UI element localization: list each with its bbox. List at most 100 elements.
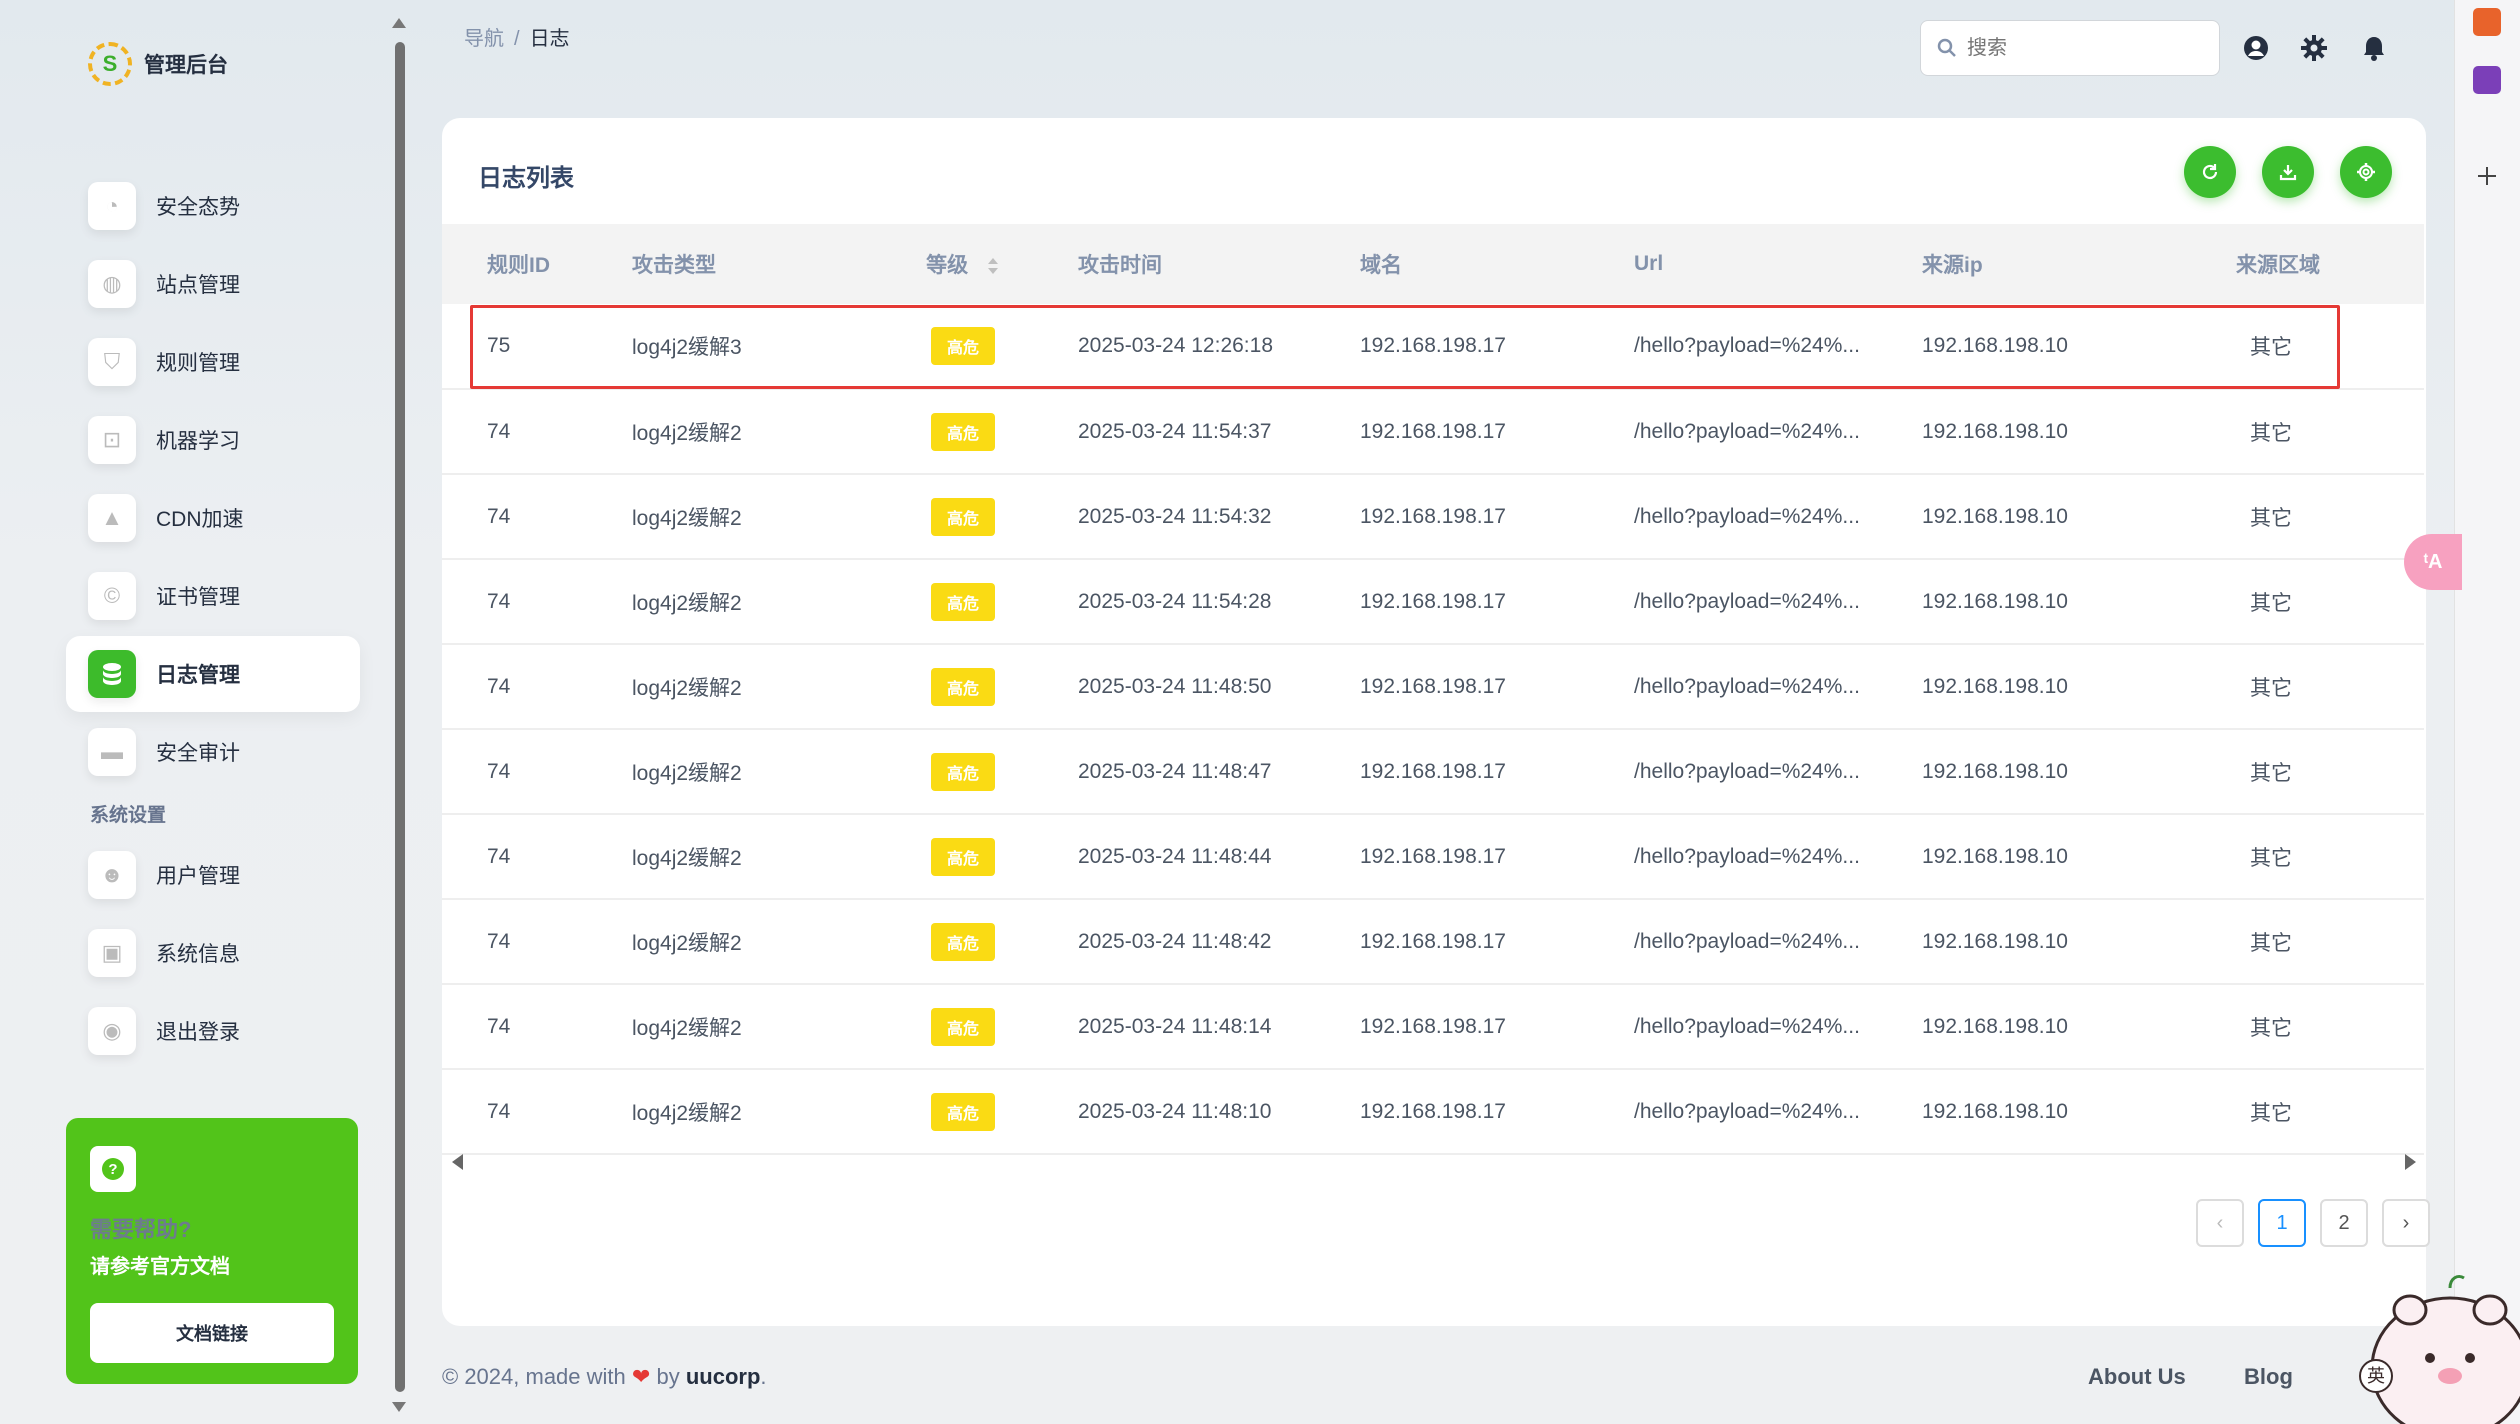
page-2-button[interactable]: 2 (2320, 1199, 2368, 1247)
scroll-up-arrow-icon[interactable] (392, 18, 406, 28)
cell-attack-type: log4j2缓解2 (632, 559, 886, 645)
download-button[interactable] (2262, 146, 2314, 198)
brand-logo-icon: S (88, 42, 132, 86)
translate-button[interactable]: ᵗA (2404, 534, 2462, 590)
scroll-right-arrow-icon[interactable] (2405, 1154, 2416, 1170)
severity-badge: 高危 (930, 752, 995, 791)
docs-link-button[interactable]: 文档链接 (90, 1303, 334, 1363)
column-header-domain[interactable]: 域名 (1334, 224, 1612, 304)
refresh-button[interactable] (2184, 146, 2236, 198)
table-body: 75 log4j2缓解3 高危 2025-03-24 12:26:18 192.168.… (442, 304, 2424, 1155)
severity-badge: 高危 (930, 497, 995, 536)
pagination: ‹ 1 2 › (2196, 1199, 2430, 1247)
scrollbar-thumb[interactable] (395, 42, 405, 1392)
cell-url: /hello?payload=%24%... (1612, 389, 1922, 475)
cell-rule-id: 74 (442, 474, 632, 560)
table-settings-button[interactable] (2340, 146, 2392, 198)
next-page-button[interactable]: › (2382, 1199, 2430, 1247)
sidebar-item-logs[interactable]: 日志管理 (66, 636, 360, 712)
cell-source-region: 其它 (2236, 814, 2424, 900)
cell-domain: 192.168.198.17 (1334, 644, 1612, 730)
cell-url: /hello?payload=%24%... (1612, 474, 1922, 560)
sidebar-item-label: CDN加速 (156, 508, 244, 531)
prev-page-button[interactable]: ‹ (2196, 1199, 2244, 1247)
cell-source-region: 其它 (2236, 899, 2424, 985)
cell-level: 高危 (886, 559, 1040, 645)
sidebar-item-ml[interactable]: ⊡ 机器学习 (66, 402, 360, 478)
cell-source-ip: 192.168.198.10 (1922, 559, 2236, 645)
sidebar-item-security-overview[interactable]: ◔ 安全态势 (66, 168, 360, 244)
footer-brand-link[interactable]: uucorp (686, 1364, 761, 1389)
cell-source-region: 其它 (2236, 389, 2424, 475)
table-row[interactable]: 74 log4j2缓解2 高危 2025-03-24 11:54:32 192.168.… (442, 474, 2424, 560)
cell-domain: 192.168.198.17 (1334, 814, 1612, 900)
sidebar-item-audit[interactable]: ▬ 安全审计 (66, 714, 360, 790)
table-row[interactable]: 74 log4j2缓解2 高危 2025-03-24 11:48:14 192.168.… (442, 984, 2424, 1070)
page-1-button[interactable]: 1 (2258, 1199, 2306, 1247)
search-input[interactable] (1967, 36, 2187, 60)
sidebar-item-cdn[interactable]: ▲ CDN加速 (66, 480, 360, 556)
sidebar-item-logout[interactable]: ◉ 退出登录 (66, 993, 360, 1069)
sidebar-item-users[interactable]: ☻ 用户管理 (66, 837, 360, 913)
column-header-url[interactable]: Url (1612, 224, 1922, 304)
sidebar-item-label: 站点管理 (156, 274, 240, 297)
log-list-card: 日志列表 规则ID 攻击类型 等级 攻击时间 域名 Url 来源ip 来源区域 … (442, 118, 2430, 1326)
footer-link-about[interactable]: About Us (2088, 1364, 2186, 1390)
column-header-rule-id[interactable]: 规则ID (442, 224, 632, 304)
sidebar-nav: ◔ 安全态势 ◍ 站点管理 ⛉ 规则管理 ⊡ 机器学习 ▲ CDN加速 © 证书… (66, 168, 360, 1071)
table-row[interactable]: 74 log4j2缓解2 高危 2025-03-24 11:48:10 192.168.… (442, 1069, 2424, 1155)
breadcrumb-parent[interactable]: 导航 (464, 28, 504, 50)
user-account-icon[interactable] (2240, 32, 2272, 64)
mascot-sticker-icon: 英 (2359, 1274, 2520, 1424)
logout-icon: ◉ (88, 1007, 136, 1055)
footer-link-blog[interactable]: Blog (2244, 1364, 2293, 1390)
column-header-attack-type[interactable]: 攻击类型 (632, 224, 886, 304)
cell-url: /hello?payload=%24%... (1612, 984, 1922, 1070)
table-row[interactable]: 74 log4j2缓解2 高危 2025-03-24 11:48:42 192.168.… (442, 899, 2424, 985)
sidebar-item-system-info[interactable]: ▣ 系统信息 (66, 915, 360, 991)
add-icon[interactable] (2473, 162, 2501, 190)
brand[interactable]: S 管理后台 (88, 42, 228, 86)
onenote-icon[interactable] (2473, 66, 2501, 94)
cell-level: 高危 (886, 474, 1040, 560)
bell-icon[interactable] (2358, 32, 2390, 64)
cell-source-ip: 192.168.198.10 (1922, 474, 2236, 560)
breadcrumb-current: 日志 (529, 28, 570, 50)
download-icon (2279, 165, 2297, 181)
footer-credit: © 2024, made with ❤ by uucorp. (442, 1364, 767, 1390)
table-row[interactable]: 74 log4j2缓解2 高危 2025-03-24 11:48:50 192.168.… (442, 644, 2424, 730)
cell-level: 高危 (886, 899, 1040, 985)
dashboard-icon: ◔ (88, 182, 136, 230)
help-title: 需要帮助? (90, 1217, 192, 1242)
search-box[interactable] (1920, 20, 2220, 76)
sidebar-item-rules[interactable]: ⛉ 规则管理 (66, 324, 360, 400)
gear-icon[interactable] (2298, 32, 2330, 64)
table-horizontal-scrollbar[interactable] (452, 1150, 2416, 1174)
scroll-left-arrow-icon[interactable] (452, 1154, 463, 1170)
severity-badge: 高危 (930, 327, 995, 365)
sort-icon[interactable] (986, 255, 1000, 277)
sidebar-scrollbar[interactable] (388, 14, 410, 1414)
column-header-attack-time[interactable]: 攻击时间 (1040, 224, 1334, 304)
cell-attack-type: log4j2缓解2 (632, 899, 886, 985)
severity-badge: 高危 (930, 837, 995, 876)
column-header-level[interactable]: 等级 (886, 224, 1040, 304)
toolbox-icon[interactable] (2473, 8, 2501, 36)
cell-level: 高危 (886, 984, 1040, 1070)
table-row[interactable]: 74 log4j2缓解2 高危 2025-03-24 11:54:37 192.168.… (442, 389, 2424, 475)
table-row[interactable]: 75 log4j2缓解3 高危 2025-03-24 12:26:18 192.168.… (442, 304, 2424, 390)
sidebar-item-sites[interactable]: ◍ 站点管理 (66, 246, 360, 322)
table-row[interactable]: 74 log4j2缓解2 高危 2025-03-24 11:54:28 192.168.… (442, 559, 2424, 645)
scroll-down-arrow-icon[interactable] (392, 1402, 406, 1412)
breadcrumb-separator: / (514, 28, 520, 50)
column-header-source-region[interactable]: 来源区域 (2236, 224, 2424, 304)
cell-level: 高危 (886, 304, 1040, 390)
severity-badge: 高危 (930, 1007, 995, 1046)
cell-domain: 192.168.198.17 (1334, 729, 1612, 815)
table-row[interactable]: 74 log4j2缓解2 高危 2025-03-24 11:48:44 192.168.… (442, 814, 2424, 900)
cell-source-region: 其它 (2236, 984, 2424, 1070)
sidebar-item-certificates[interactable]: © 证书管理 (66, 558, 360, 634)
cell-source-region: 其它 (2236, 304, 2424, 390)
table-row[interactable]: 74 log4j2缓解2 高危 2025-03-24 11:48:47 192.168.… (442, 729, 2424, 815)
column-header-source-ip[interactable]: 来源ip (1922, 224, 2236, 304)
